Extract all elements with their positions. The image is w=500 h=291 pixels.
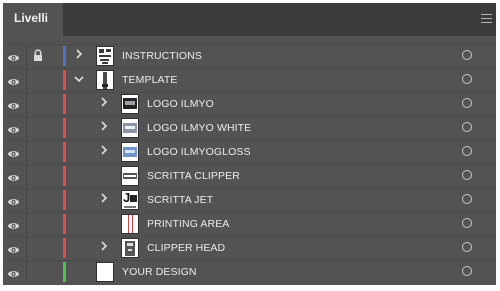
layer-name: CLIPPER HEAD [147, 242, 226, 254]
target-circle-icon[interactable] [462, 98, 472, 108]
layer-row[interactable]: LOGO ILMYOGLOSS [3, 140, 496, 163]
tab-livelli[interactable]: Livelli [3, 3, 63, 36]
layer-color-bar [63, 70, 66, 90]
chevron-right-icon[interactable] [98, 121, 110, 135]
layer-color-bar [63, 118, 66, 138]
layer-thumbnail [121, 214, 139, 234]
lock-toggle[interactable] [26, 213, 49, 235]
eye-icon [7, 266, 20, 284]
layer-color-bar [63, 262, 66, 282]
chevron-right-icon[interactable] [98, 97, 110, 111]
layer-thumbnail [121, 166, 139, 186]
target-circle-icon[interactable] [462, 74, 472, 84]
visibility-toggle[interactable] [3, 189, 25, 211]
lock-icon [33, 49, 43, 67]
lock-toggle[interactable] [26, 117, 49, 139]
visibility-toggle[interactable] [3, 213, 25, 235]
layer-list: INSTRUCTIONS TEMPLATE LOGO ILMYO LOGO ILMYO… [3, 44, 496, 284]
layer-row[interactable]: SCRITTA CLIPPER [3, 164, 496, 187]
lock-toggle[interactable] [26, 261, 49, 283]
layer-thumbnail: J [121, 190, 139, 210]
layer-thumbnail [96, 262, 114, 282]
chevron-right-icon[interactable] [73, 49, 85, 63]
layer-color-bar [63, 46, 66, 66]
layer-name: YOUR DESIGN [122, 266, 197, 278]
layer-color-bar [63, 94, 66, 114]
lock-toggle[interactable] [26, 69, 49, 91]
layer-thumbnail [121, 118, 139, 138]
eye-icon [7, 74, 20, 92]
eye-icon [7, 50, 20, 68]
visibility-toggle[interactable] [3, 261, 25, 283]
lock-toggle[interactable] [26, 45, 49, 67]
chevron-right-icon[interactable] [98, 145, 110, 159]
layer-thumbnail [121, 238, 139, 258]
lock-toggle[interactable] [26, 165, 49, 187]
chevron-right-icon[interactable] [98, 193, 110, 207]
target-circle-icon[interactable] [462, 266, 472, 276]
layers-panel: Livelli INSTRUCTIONS TEMPLATE LOGO ILMYO LO… [3, 3, 496, 285]
layer-row[interactable]: J SCRITTA JET [3, 188, 496, 211]
visibility-toggle[interactable] [3, 237, 25, 259]
layer-row[interactable]: CLIPPER HEAD [3, 236, 496, 259]
layer-color-bar [63, 238, 66, 258]
eye-icon [7, 146, 20, 164]
visibility-toggle[interactable] [3, 165, 25, 187]
layer-name: PRINTING AREA [147, 218, 230, 230]
lock-toggle[interactable] [26, 141, 49, 163]
lock-toggle[interactable] [26, 93, 49, 115]
target-circle-icon[interactable] [462, 194, 472, 204]
eye-icon [7, 218, 20, 236]
eye-icon [7, 242, 20, 260]
layer-thumbnail [121, 94, 139, 114]
chevron-right-icon[interactable] [98, 241, 110, 255]
layer-color-bar [63, 190, 66, 210]
target-circle-icon[interactable] [462, 218, 472, 228]
layer-name: SCRITTA CLIPPER [147, 170, 240, 182]
visibility-toggle[interactable] [3, 45, 25, 67]
layer-color-bar [63, 214, 66, 234]
layer-row[interactable]: PRINTING AREA [3, 212, 496, 235]
layer-row[interactable]: YOUR DESIGN [3, 260, 496, 283]
layer-name: INSTRUCTIONS [122, 50, 202, 62]
layer-name: LOGO ILMYO [147, 98, 214, 110]
target-circle-icon[interactable] [462, 170, 472, 180]
eye-icon [7, 170, 20, 188]
target-circle-icon[interactable] [462, 50, 472, 60]
target-circle-icon[interactable] [462, 122, 472, 132]
layer-name: SCRITTA JET [147, 194, 214, 206]
layer-thumbnail [96, 46, 114, 66]
visibility-toggle[interactable] [3, 69, 25, 91]
layer-thumbnail [121, 142, 139, 162]
panel-tab-bar: Livelli [3, 3, 496, 36]
panel-menu-icon[interactable] [481, 14, 492, 23]
layer-row[interactable]: INSTRUCTIONS [3, 44, 496, 67]
layer-color-bar [63, 142, 66, 162]
layer-name: LOGO ILMYO WHITE [147, 122, 252, 134]
layer-name: LOGO ILMYOGLOSS [147, 146, 251, 158]
target-circle-icon[interactable] [462, 146, 472, 156]
layer-row[interactable]: LOGO ILMYO WHITE [3, 116, 496, 139]
layer-thumbnail [96, 70, 114, 90]
visibility-toggle[interactable] [3, 141, 25, 163]
layer-row[interactable]: LOGO ILMYO [3, 92, 496, 115]
eye-icon [7, 98, 20, 116]
visibility-toggle[interactable] [3, 117, 25, 139]
layer-name: TEMPLATE [122, 74, 178, 86]
chevron-down-icon[interactable] [73, 73, 85, 87]
eye-icon [7, 122, 20, 140]
target-circle-icon[interactable] [462, 242, 472, 252]
eye-icon [7, 194, 20, 212]
layer-row[interactable]: TEMPLATE [3, 68, 496, 91]
lock-toggle[interactable] [26, 189, 49, 211]
layer-color-bar [63, 166, 66, 186]
visibility-toggle[interactable] [3, 93, 25, 115]
lock-toggle[interactable] [26, 237, 49, 259]
